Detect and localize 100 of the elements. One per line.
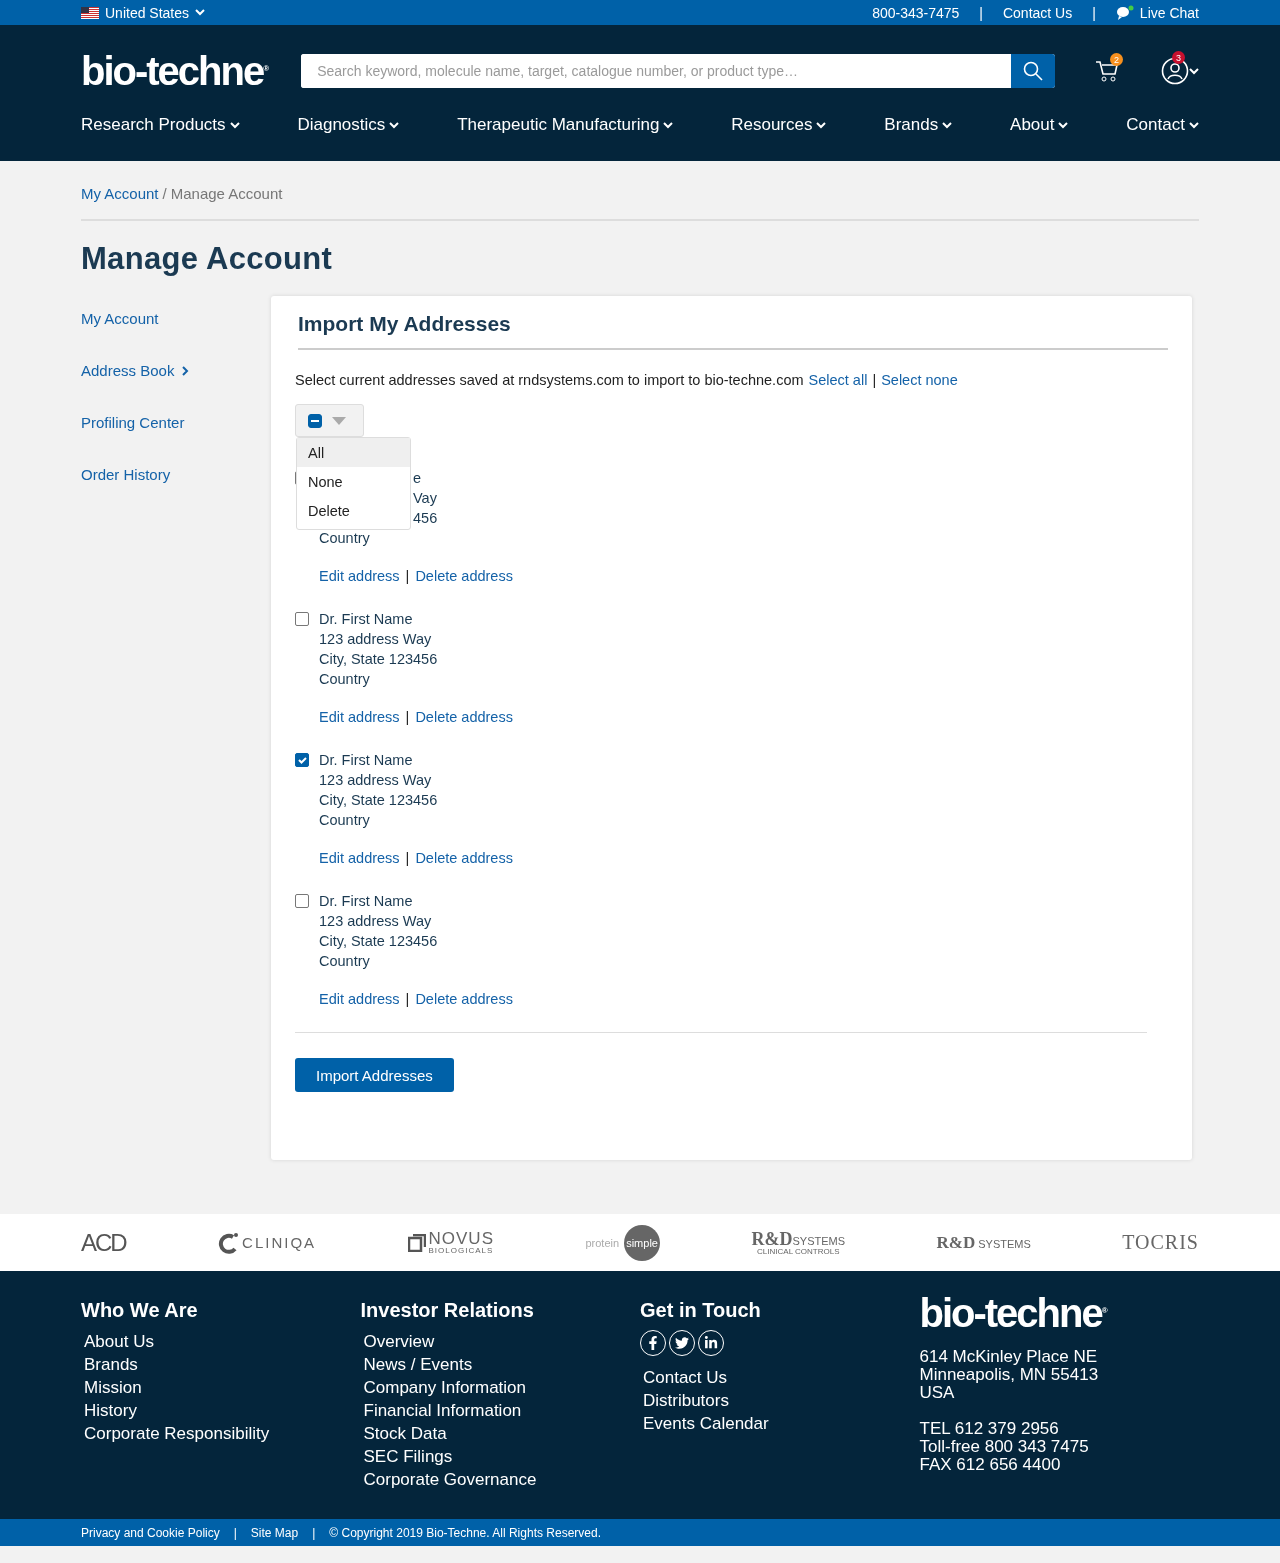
footer-link[interactable]: Privacy and Cookie Policy [81, 1525, 220, 1540]
delete-address-link[interactable]: Delete address [415, 850, 513, 866]
nav-item[interactable]: Brands [884, 115, 953, 135]
chevron-down-icon [1058, 121, 1069, 129]
separator: | [405, 991, 410, 1007]
brand-logo-text: CLINICAL CONTROLS [757, 1247, 840, 1256]
footer-link[interactable]: Distributors [640, 1389, 920, 1412]
edit-address-link[interactable]: Edit address [319, 709, 400, 725]
import-addresses-button[interactable]: Import Addresses [295, 1058, 454, 1092]
card-title: Import My Addresses [298, 312, 1168, 350]
page-title: Manage Account [81, 241, 334, 277]
brand-logo-text: protein [585, 1236, 620, 1249]
brand-logo-text: TOCRIS [1122, 1231, 1199, 1254]
address-line: USA [919, 1384, 956, 1402]
nav-item[interactable]: Research Products [81, 115, 240, 135]
footer-link[interactable]: About Us [81, 1330, 361, 1353]
search-button[interactable] [1011, 54, 1056, 88]
nav-item[interactable]: Diagnostics [297, 115, 400, 135]
footer-link[interactable]: History [81, 1399, 361, 1422]
brand-logo-text: R&D [751, 1229, 793, 1248]
footer-heading: Who We Are [81, 1299, 199, 1322]
footer-link[interactable]: Stock Data [360, 1422, 640, 1445]
select-none-link[interactable]: Select none [881, 372, 958, 388]
separator: / [162, 185, 167, 202]
chevron-down-icon [663, 121, 674, 129]
bio-techne-logo[interactable]: bio-techne$^{®}$ [81, 48, 268, 94]
edit-address-link[interactable]: Edit address [319, 991, 400, 1007]
nav-item[interactable]: Contact [1126, 115, 1199, 135]
sidebar-link[interactable]: Address Book [81, 362, 271, 379]
footer-link[interactable]: Brands [81, 1353, 361, 1376]
sidebar-link[interactable]: My Account [81, 310, 271, 327]
address-checkbox[interactable] [295, 894, 309, 908]
footer-link[interactable]: Corporate Governance [360, 1468, 640, 1491]
breadcrumb-current: Manage Account [170, 185, 283, 202]
separator: | [1092, 4, 1096, 21]
delete-address-link[interactable]: Delete address [415, 709, 513, 725]
address-line: Vay [413, 489, 437, 508]
footer-link[interactable]: Contact Us [640, 1366, 920, 1389]
bio-techne-logo: bio-techne$^{®}$ [919, 1291, 1108, 1336]
address-line: Dr. First Name [319, 892, 413, 911]
cart-icon[interactable] [1095, 59, 1119, 83]
footer-link[interactable]: Company Information [360, 1376, 640, 1399]
footer-heading: Get in Touch [640, 1299, 762, 1322]
address-line: Country [319, 529, 370, 548]
nav-item[interactable]: Resources [731, 115, 827, 135]
edit-address-link[interactable]: Edit address [319, 850, 400, 866]
footer-link[interactable]: Financial Information [360, 1399, 640, 1422]
sidebar-link[interactable]: Order History [81, 466, 271, 483]
nav-item[interactable]: Therapeutic Manufacturing [457, 115, 674, 135]
address-line: 123 address Way [319, 771, 432, 790]
live-chat-link[interactable]: Live Chat [1115, 4, 1199, 21]
nav-item[interactable]: About [1010, 115, 1069, 135]
swirl-icon [217, 1231, 240, 1254]
chevron-down-icon [389, 121, 400, 129]
brand-logo-text: simple [624, 1224, 661, 1261]
brand-logo-text: SYSTEMS [792, 1235, 846, 1247]
separator: | [233, 1525, 237, 1540]
address-checkbox[interactable] [295, 612, 309, 626]
footer-link[interactable]: Overview [360, 1330, 640, 1353]
brand-logo-text: R&D [936, 1232, 976, 1253]
footer-link[interactable]: SEC Filings [360, 1445, 640, 1468]
bulk-select-dropdown[interactable] [295, 404, 364, 437]
footer-link[interactable]: Site Map [250, 1525, 299, 1540]
address-line: Country [319, 670, 370, 689]
brand-logo-text: CLINIQA [242, 1234, 317, 1251]
delete-address-link[interactable]: Delete address [415, 568, 513, 584]
address-line: City, State 123456 [319, 932, 438, 951]
address-line: 123 address Way [319, 912, 432, 931]
menu-item[interactable]: All [297, 438, 410, 467]
delete-address-link[interactable]: Delete address [415, 991, 513, 1007]
user-icon[interactable] [1161, 57, 1189, 85]
chevron-down-icon [195, 9, 206, 16]
separator: | [405, 568, 410, 584]
separator: | [872, 372, 877, 388]
contact-link[interactable]: Contact Us [1002, 4, 1073, 21]
intro-text: Select current addresses saved at rndsystems.com to import to bio-techne.com [295, 372, 804, 388]
address-checkbox[interactable] [295, 753, 309, 767]
chevron-down-icon [1189, 67, 1199, 75]
contact-number: FAX 612 656 4400 [919, 1456, 1062, 1474]
sidebar-link[interactable]: Profiling Center [81, 414, 271, 431]
contact-number: Toll-free 800 343 7475 [919, 1438, 1090, 1456]
country-selector[interactable]: United States [81, 4, 206, 21]
address-line: City, State 123456 [319, 650, 438, 669]
footer-heading: Investor Relations [360, 1299, 535, 1322]
edit-address-link[interactable]: Edit address [319, 568, 400, 584]
address-line: Dr. First Name [319, 751, 413, 770]
footer-link[interactable]: News / Events [360, 1353, 640, 1376]
separator: | [405, 709, 410, 725]
phone-link[interactable]: 800-343-7475 [872, 4, 960, 21]
breadcrumb-link[interactable]: My Account [81, 185, 159, 202]
brand-logo-text: NOVUS [428, 1230, 494, 1247]
footer-link[interactable]: Mission [81, 1376, 361, 1399]
search-field[interactable]: Search keyword, molecule name, target, catalogue number, or product type… [301, 54, 1056, 88]
chevron-down-icon [942, 121, 953, 129]
address-line: 456 [413, 509, 438, 528]
footer-link[interactable]: Corporate Responsibility [81, 1422, 361, 1445]
footer-link[interactable]: Events Calendar [640, 1412, 920, 1435]
copyright-text: © Copyright 2019 Bio-Techne. All Rights Reserved. [329, 1525, 601, 1540]
select-all-link[interactable]: Select all [808, 372, 868, 388]
address-line: Country [319, 952, 370, 971]
